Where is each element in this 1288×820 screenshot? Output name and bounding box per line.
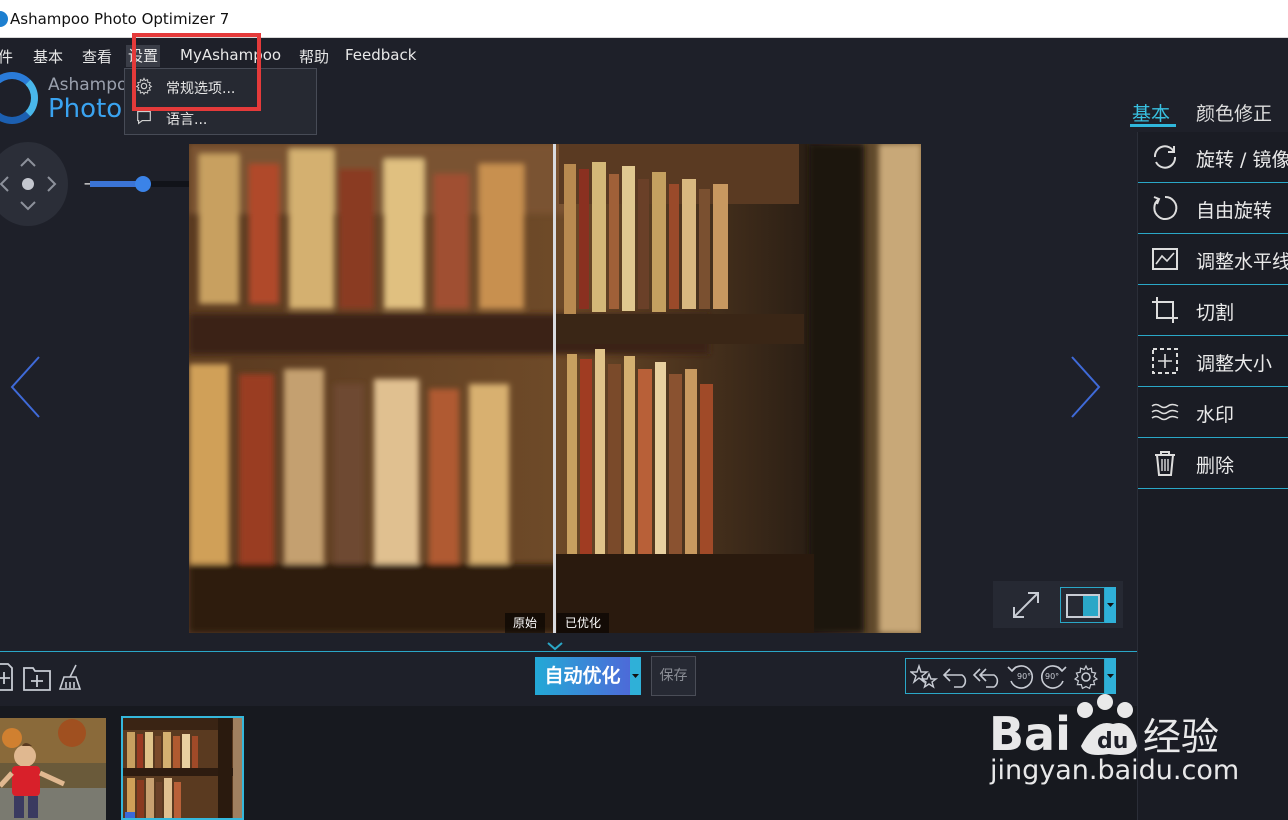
trash-icon [1155, 451, 1175, 476]
settings-dropdown: 常规选项... 语言... [124, 68, 317, 135]
speech-bubble-icon [137, 111, 151, 125]
rotate-mirror-icon [1153, 145, 1177, 169]
free-rotate-icon [1153, 195, 1178, 220]
tool-label: 删除 [1196, 455, 1235, 477]
original-label: 原始 [505, 613, 546, 633]
fullscreen-expand-icon[interactable] [1010, 589, 1042, 621]
split-view-dropdown-arrow[interactable] [1105, 587, 1116, 623]
thumbnail-image-selected[interactable] [121, 716, 244, 820]
clear-broom-icon[interactable] [58, 662, 88, 692]
menu-settings[interactable]: 设置 [126, 45, 161, 67]
pan-navigation-pad[interactable] [0, 142, 68, 226]
tool-crop[interactable]: 切割 [1138, 285, 1288, 336]
title-bar: Ashampoo Photo Optimizer 7 [0, 0, 1288, 38]
app-icon [0, 11, 8, 27]
tool-free-rotate[interactable]: 自由旋转 [1138, 183, 1288, 234]
tool-panel: 旋转 / 镜像 自由旋转 调整水平线 切割 调整大小 水印 删除 [1137, 132, 1288, 820]
menu-general-options[interactable]: 常规选项... [125, 71, 316, 101]
auto-optimize-dropdown-arrow[interactable] [630, 657, 641, 695]
tool-label: 调整大小 [1196, 353, 1273, 375]
tool-watermark[interactable]: 水印 [1138, 387, 1288, 438]
add-file-icon[interactable] [0, 662, 14, 692]
general-options-label: 常规选项... [166, 81, 236, 97]
active-tab-indicator [1130, 124, 1176, 127]
undo-all-icon[interactable] [972, 665, 1004, 689]
tool-label: 切割 [1196, 302, 1235, 324]
logo-icon [0, 72, 38, 124]
resize-icon [1152, 348, 1178, 374]
menu-feedback[interactable]: Feedback [345, 46, 416, 64]
watermark-url: jingyan.baidu.com [990, 755, 1240, 786]
tab-color-correction[interactable]: 颜色修正 [1196, 99, 1272, 126]
next-image-arrow-icon[interactable] [1068, 355, 1104, 419]
star-effects-icon[interactable] [910, 664, 938, 690]
language-label: 语言... [166, 112, 208, 128]
tab-basic[interactable]: 基本 [1132, 99, 1170, 126]
tool-delete[interactable]: 删除 [1138, 438, 1288, 489]
split-view-button[interactable] [1060, 587, 1105, 623]
menu-bar: 件 基本 查看 设置 MyAshampoo 帮助 Feedback [0, 38, 1288, 72]
tool-rotate-mirror[interactable]: 旋转 / 镜像 [1138, 132, 1288, 183]
horizon-icon [1152, 248, 1178, 270]
optimized-label: 已优化 [557, 613, 610, 633]
undo-icon[interactable] [942, 665, 972, 689]
tool-label: 旋转 / 镜像 [1196, 149, 1288, 171]
menu-basic[interactable]: 基本 [33, 46, 63, 67]
edit-tools-group: 90° 90° [905, 658, 1105, 694]
save-button[interactable]: 保存 [651, 656, 696, 696]
rotate-right-label: 90° [1045, 672, 1060, 681]
tool-resize[interactable]: 调整大小 [1138, 336, 1288, 387]
compare-split-handle[interactable] [553, 144, 556, 633]
watermark-icon [1151, 403, 1179, 421]
thumbnail-image[interactable] [0, 718, 106, 820]
tool-label: 自由旋转 [1196, 200, 1273, 222]
crop-icon [1152, 297, 1178, 323]
menu-help[interactable]: 帮助 [299, 46, 329, 67]
menu-myashampoo[interactable]: MyAshampoo [180, 46, 281, 64]
previous-image-arrow-icon[interactable] [8, 355, 44, 419]
auto-optimize-button[interactable]: 自动优化 [535, 657, 630, 695]
edit-tools-dropdown-arrow[interactable] [1105, 658, 1116, 694]
menu-file[interactable]: 件 [0, 46, 13, 67]
menu-language[interactable]: 语言... [125, 102, 316, 132]
tool-label: 水印 [1196, 404, 1235, 426]
rotate-left-label: 90° [1017, 672, 1032, 681]
zoom-slider-thumb[interactable] [134, 176, 151, 192]
tool-label: 调整水平线 [1196, 251, 1288, 273]
tool-horizon[interactable]: 调整水平线 [1138, 234, 1288, 285]
gear-icon [135, 77, 153, 95]
collapse-chevron-icon[interactable] [544, 640, 566, 652]
logo-product-text: Photo [48, 94, 123, 124]
menu-view[interactable]: 查看 [82, 46, 112, 67]
add-folder-icon[interactable] [22, 662, 52, 692]
gear-icon[interactable] [1072, 664, 1100, 690]
window-title: Ashampoo Photo Optimizer 7 [10, 10, 230, 28]
